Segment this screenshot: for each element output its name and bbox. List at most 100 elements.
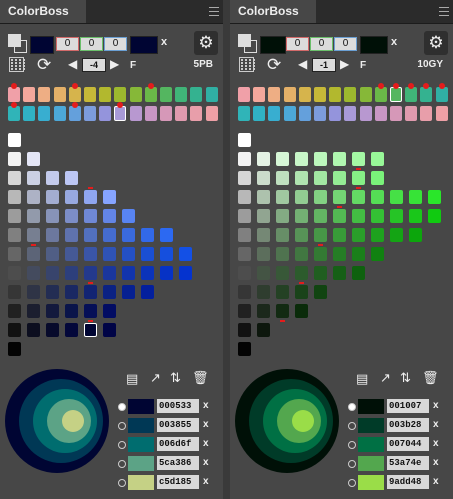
color-chip[interactable] <box>276 171 289 185</box>
rgb-input-red[interactable]: 0 <box>286 37 309 51</box>
color-chip[interactable] <box>295 209 308 223</box>
hue-cell[interactable] <box>253 87 266 102</box>
color-chip[interactable] <box>276 285 289 299</box>
hue-cell[interactable] <box>114 106 127 121</box>
color-chip[interactable] <box>333 171 346 185</box>
color-chip[interactable] <box>257 209 270 223</box>
color-chip[interactable] <box>352 209 365 223</box>
color-chip[interactable] <box>257 323 270 337</box>
color-chip[interactable] <box>352 190 365 204</box>
color-chip[interactable] <box>27 304 40 318</box>
color-chip[interactable] <box>65 228 78 242</box>
step-next-arrow-icon[interactable]: ▶ <box>110 57 119 71</box>
color-chip[interactable] <box>257 190 270 204</box>
color-chip[interactable] <box>46 190 59 204</box>
hue-cell[interactable] <box>405 106 418 121</box>
palette-remove-button[interactable]: x <box>203 419 209 430</box>
color-chip[interactable] <box>122 228 135 242</box>
hue-cell[interactable] <box>435 87 448 102</box>
hue-cell[interactable] <box>160 106 172 121</box>
color-chip[interactable] <box>333 152 346 166</box>
color-chip[interactable] <box>295 171 308 185</box>
color-chip[interactable] <box>428 209 441 223</box>
color-chip[interactable] <box>409 228 422 242</box>
color-chip[interactable] <box>238 342 251 356</box>
hue-cell[interactable] <box>23 87 36 102</box>
color-chip[interactable] <box>65 190 78 204</box>
hue-cell[interactable] <box>314 106 326 121</box>
hue-cell[interactable] <box>84 87 96 102</box>
color-chip[interactable] <box>276 228 289 242</box>
hue-cell[interactable] <box>238 87 250 102</box>
palette-swatch[interactable] <box>358 456 384 471</box>
hue-cell[interactable] <box>38 106 51 121</box>
hue-cell[interactable] <box>268 87 281 102</box>
panel-tab-title[interactable]: ColorBoss <box>230 0 316 23</box>
color-chip[interactable] <box>276 152 289 166</box>
palette-hex-field[interactable]: 007044 <box>387 437 429 451</box>
color-chip[interactable] <box>103 209 116 223</box>
color-chip[interactable] <box>179 247 192 261</box>
palette-swatch[interactable] <box>128 437 154 452</box>
step-prev-arrow-icon[interactable]: ◀ <box>68 57 77 71</box>
color-chip[interactable] <box>122 266 135 280</box>
hue-cell[interactable] <box>359 106 372 121</box>
color-chip[interactable] <box>160 228 173 242</box>
f-toggle-label[interactable]: F <box>360 60 366 71</box>
color-chip[interactable] <box>257 228 270 242</box>
rgb-input-blue[interactable]: 0 <box>104 37 127 51</box>
color-chip[interactable] <box>103 228 116 242</box>
color-chip[interactable] <box>314 209 327 223</box>
palette-remove-button[interactable]: x <box>433 457 439 468</box>
color-chip[interactable] <box>371 190 384 204</box>
color-chip[interactable] <box>65 323 78 337</box>
palette-radio[interactable] <box>348 422 356 430</box>
color-chip[interactable] <box>141 285 154 299</box>
palette-hex-field[interactable]: c5d185 <box>157 475 199 489</box>
hue-cell[interactable] <box>283 87 296 102</box>
color-chip[interactable] <box>27 228 40 242</box>
panel-tab-title[interactable]: ColorBoss <box>0 0 86 23</box>
hue-cell[interactable] <box>405 87 418 102</box>
color-chip[interactable] <box>238 228 251 242</box>
palette-swatch[interactable] <box>358 475 384 490</box>
hue-cell[interactable] <box>53 87 66 102</box>
color-chip[interactable] <box>238 323 251 337</box>
color-chip[interactable] <box>276 247 289 261</box>
color-chip[interactable] <box>27 323 40 337</box>
fg-bg-toggle-icon[interactable] <box>8 34 27 53</box>
color-chip[interactable] <box>103 285 116 299</box>
hue-cell[interactable] <box>160 87 172 102</box>
color-chip[interactable] <box>295 285 308 299</box>
color-chip[interactable] <box>84 247 97 261</box>
hue-cell[interactable] <box>84 106 96 121</box>
color-chip[interactable] <box>103 266 116 280</box>
panel-menu-icon[interactable] <box>209 7 219 16</box>
palette-swatch[interactable] <box>128 418 154 433</box>
palette-swatch[interactable] <box>128 475 154 490</box>
color-chip[interactable] <box>122 285 135 299</box>
rgb-input-red[interactable]: 0 <box>56 37 79 51</box>
hue-cell[interactable] <box>99 106 112 121</box>
hue-step-field[interactable]: -4 <box>82 58 106 72</box>
hue-cell[interactable] <box>344 106 357 121</box>
color-chip[interactable] <box>390 190 403 204</box>
palette-hex-field[interactable]: 9add48 <box>387 475 429 489</box>
color-chip[interactable] <box>314 285 327 299</box>
color-chip[interactable] <box>8 285 21 299</box>
hue-cell[interactable] <box>298 106 311 121</box>
grid-view-icon[interactable] <box>239 57 255 72</box>
color-chip[interactable] <box>122 209 135 223</box>
clear-color-button[interactable]: x <box>161 36 167 48</box>
step-next-arrow-icon[interactable]: ▶ <box>340 57 349 71</box>
hue-cell[interactable] <box>23 106 36 121</box>
color-chip[interactable] <box>257 152 270 166</box>
hue-cell[interactable] <box>359 87 372 102</box>
color-chip[interactable] <box>314 152 327 166</box>
color-chip[interactable] <box>390 228 403 242</box>
palette-remove-button[interactable]: x <box>433 438 439 449</box>
color-chip[interactable] <box>65 285 78 299</box>
hue-cell[interactable] <box>8 106 20 121</box>
palette-swatch[interactable] <box>358 399 384 414</box>
palette-remove-button[interactable]: x <box>433 400 439 411</box>
